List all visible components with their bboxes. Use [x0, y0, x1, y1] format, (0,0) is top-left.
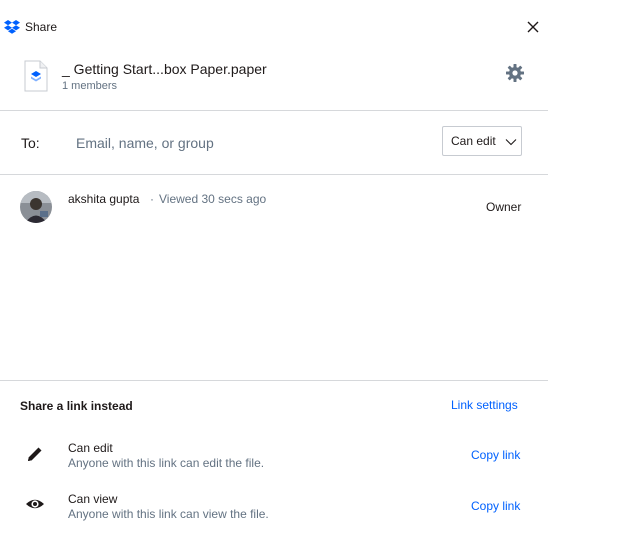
dropbox-logo-icon — [4, 20, 20, 34]
member-role: Owner — [486, 200, 522, 214]
edit-option-title: Can edit — [68, 441, 113, 455]
copy-view-link-button[interactable]: Copy link — [471, 499, 520, 513]
view-option-description: Anyone with this link can view the file. — [68, 507, 269, 521]
member-status: Viewed 30 secs ago — [159, 192, 267, 206]
divider — [0, 174, 548, 175]
edit-option-description: Anyone with this link can edit the file. — [68, 456, 265, 470]
member-row: akshita gupta · Viewed 30 secs ago Owner — [0, 180, 548, 230]
title-bar: Share — [0, 0, 548, 52]
eye-icon — [26, 499, 44, 509]
copy-edit-link-button[interactable]: Copy link — [471, 448, 520, 462]
link-settings-link[interactable]: Link settings — [451, 398, 518, 412]
permission-dropdown-label: Can edit — [451, 134, 496, 148]
window-title: Share — [25, 20, 58, 34]
member-name: akshita gupta — [68, 192, 140, 206]
divider — [0, 380, 548, 381]
to-label: To: — [21, 135, 40, 151]
recipient-input[interactable] — [72, 128, 440, 158]
avatar-photo-icon — [20, 191, 52, 223]
divider — [0, 110, 548, 111]
member-count: 1 members — [62, 80, 118, 92]
permission-dropdown[interactable]: Can edit — [442, 126, 522, 156]
share-dialog: Share _ Getting Start...box Paper.paper … — [0, 0, 548, 550]
close-icon[interactable] — [524, 18, 542, 36]
paper-doc-icon — [24, 60, 48, 92]
file-name: _ Getting Start...box Paper.paper — [62, 61, 267, 77]
file-header: _ Getting Start...box Paper.paper 1 memb… — [0, 52, 548, 110]
share-link-heading: Share a link instead — [20, 399, 133, 413]
member-separator: · — [150, 192, 154, 206]
avatar — [20, 191, 52, 223]
gear-icon[interactable] — [505, 63, 525, 83]
view-option-title: Can view — [68, 492, 118, 506]
pencil-icon — [28, 447, 42, 461]
chevron-down-icon — [505, 139, 517, 146]
